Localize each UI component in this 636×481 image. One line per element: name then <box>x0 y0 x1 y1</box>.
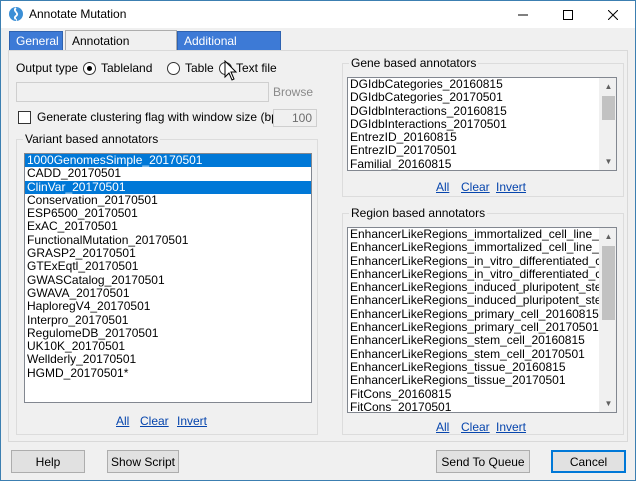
region-annotator-item[interactable]: EnhancerLikeRegions_immortalized_cell_li… <box>348 228 599 241</box>
clustering-label: Generate clustering flag with window siz… <box>37 110 293 124</box>
radio-tableland[interactable] <box>83 62 96 75</box>
variant-annotators-title: Variant based annotators <box>23 132 161 146</box>
region-annotator-item[interactable]: EnhancerLikeRegions_induced_pluripotent_… <box>348 281 599 294</box>
radio-text-file-label[interactable]: Text file <box>236 61 277 75</box>
gene-annotator-item[interactable]: DGIdbCategories_20170501 <box>348 91 599 104</box>
variant-annotator-item[interactable]: UK10K_20170501 <box>25 340 311 353</box>
radio-table[interactable] <box>167 62 180 75</box>
gene-annotator-item[interactable]: DGIdbCategories_20160815 <box>348 78 599 91</box>
app-logo-icon <box>9 7 23 21</box>
variant-annotator-item[interactable]: GRASP2_20170501 <box>25 247 311 260</box>
gene-all-link[interactable]: All <box>436 180 449 194</box>
region-annotator-item[interactable]: FitCons_20170501 <box>348 401 599 412</box>
region-annotator-item[interactable]: EnhancerLikeRegions_tissue_20170501 <box>348 374 599 387</box>
variant-annotator-item[interactable]: RegulomeDB_20170501 <box>25 327 311 340</box>
variant-annotator-item[interactable]: Wellderly_20170501 <box>25 353 311 366</box>
minimize-icon <box>517 14 528 15</box>
scroll-up-icon[interactable]: ▲ <box>600 78 616 95</box>
scroll-up-icon[interactable]: ▲ <box>600 228 616 245</box>
variant-annotators-list[interactable]: 1000GenomesSimple_20170501 CADD_20170501 C… <box>24 153 312 403</box>
gene-annotator-item[interactable]: DGIdbInteractions_20160815 <box>348 105 599 118</box>
gene-annotator-item[interactable]: EntrezID_20160815 <box>348 131 599 144</box>
close-button[interactable] <box>590 1 635 28</box>
tab-general[interactable]: General <box>9 31 63 51</box>
region-annotator-item[interactable]: EnhancerLikeRegions_primary_cell_2016081… <box>348 308 599 321</box>
output-type-label: Output type <box>16 61 79 75</box>
gene-clear-link[interactable]: Clear <box>461 180 490 194</box>
clustering-checkbox[interactable] <box>18 111 31 124</box>
maximize-button[interactable] <box>545 1 590 28</box>
variant-annotator-item[interactable]: FunctionalMutation_20170501 <box>25 234 311 247</box>
radio-tableland-label[interactable]: Tableland <box>101 61 152 75</box>
close-icon <box>607 9 618 20</box>
region-annotator-item[interactable]: FitCons_20160815 <box>348 388 599 401</box>
show-script-button[interactable]: Show Script <box>107 450 179 473</box>
radio-table-label[interactable]: Table <box>185 61 214 75</box>
gene-annotators-title: Gene based annotators <box>349 56 479 70</box>
region-annotator-item[interactable]: EnhancerLikeRegions_stem_cell_20170501 <box>348 348 599 361</box>
region-annotator-item[interactable]: EnhancerLikeRegions_in_vitro_differentia… <box>348 255 599 268</box>
annotate-mutation-window: Annotate Mutation General Annotation Sou… <box>0 0 636 481</box>
variant-annotator-item[interactable]: Interpro_20170501 <box>25 314 311 327</box>
variant-annotator-item[interactable]: ExAC_20170501 <box>25 220 311 233</box>
region-invert-link[interactable]: Invert <box>496 420 526 434</box>
variant-annotator-item[interactable]: HGMD_20170501* <box>25 367 311 380</box>
minimize-button[interactable] <box>500 1 545 28</box>
region-annotators-title: Region based annotators <box>349 206 488 220</box>
send-to-queue-button[interactable]: Send To Queue <box>436 450 530 473</box>
window-size-input[interactable]: 100 <box>273 109 317 127</box>
browse-button[interactable]: Browse <box>273 85 313 99</box>
variant-annotator-item[interactable]: Conservation_20170501 <box>25 194 311 207</box>
variant-invert-link[interactable]: Invert <box>177 414 207 428</box>
window-title: Annotate Mutation <box>29 7 127 21</box>
gene-annotator-item[interactable]: EntrezID_20170501 <box>348 144 599 157</box>
variant-annotator-item[interactable]: ClinVar_20170501 <box>25 180 311 194</box>
gene-annotators-group: Gene based annotators DGIdbCategories_20… <box>342 56 624 197</box>
region-list-scrollbar[interactable]: ▲ ▼ <box>599 228 616 412</box>
mouse-cursor-icon <box>224 60 238 81</box>
region-all-link[interactable]: All <box>436 420 449 434</box>
variant-clear-link[interactable]: Clear <box>140 414 169 428</box>
region-annotator-item[interactable]: EnhancerLikeRegions_immortalized_cell_li… <box>348 241 599 254</box>
region-annotator-item[interactable]: EnhancerLikeRegions_tissue_20160815 <box>348 361 599 374</box>
variant-annotators-group: Variant based annotators 1000GenomesSimp… <box>16 132 318 435</box>
variant-annotator-item[interactable]: 1000GenomesSimple_20170501 <box>25 154 311 168</box>
region-annotators-list[interactable]: EnhancerLikeRegions_immortalized_cell_li… <box>347 227 617 413</box>
gene-invert-link[interactable]: Invert <box>496 180 526 194</box>
region-annotator-item[interactable]: EnhancerLikeRegions_induced_pluripotent_… <box>348 294 599 307</box>
scroll-thumb[interactable] <box>602 246 615 320</box>
region-annotator-item[interactable]: EnhancerLikeRegions_in_vitro_differentia… <box>348 268 599 281</box>
scroll-down-icon[interactable]: ▼ <box>600 153 616 170</box>
cancel-button[interactable]: Cancel <box>551 450 626 473</box>
variant-annotator-item[interactable]: GTExEqtl_20170501 <box>25 260 311 273</box>
title-bar[interactable]: Annotate Mutation <box>1 1 635 28</box>
region-annotator-item[interactable]: EnhancerLikeRegions_primary_cell_2017050… <box>348 321 599 334</box>
tab-additional-sources[interactable]: Additional Sources <box>177 31 281 66</box>
gene-list-scrollbar[interactable]: ▲ ▼ <box>599 78 616 170</box>
output-path-field[interactable] <box>16 82 269 102</box>
gene-annotator-item[interactable]: Familial_20160815 <box>348 158 599 170</box>
region-clear-link[interactable]: Clear <box>461 420 490 434</box>
help-button[interactable]: Help <box>11 450 85 473</box>
variant-annotator-item[interactable]: GWAVA_20170501 <box>25 287 311 300</box>
maximize-icon <box>562 9 573 20</box>
tab-annotation-sources[interactable]: Annotation Sources <box>65 30 177 68</box>
scroll-down-icon[interactable]: ▼ <box>600 395 616 412</box>
scroll-thumb[interactable] <box>602 96 615 120</box>
variant-all-link[interactable]: All <box>116 414 129 428</box>
variant-annotator-item[interactable]: CADD_20170501 <box>25 167 311 180</box>
variant-annotator-item[interactable]: HaploregV4_20170501 <box>25 300 311 313</box>
region-annotators-group: Region based annotators EnhancerLikeRegi… <box>342 206 624 435</box>
annotation-sources-panel: Output type Tableland Table Text file Br… <box>8 50 628 442</box>
variant-annotator-item[interactable]: ESP6500_20170501 <box>25 207 311 220</box>
region-annotator-item[interactable]: EnhancerLikeRegions_stem_cell_20160815 <box>348 334 599 347</box>
gene-annotators-list[interactable]: DGIdbCategories_20160815 DGIdbCategories_… <box>347 77 617 171</box>
gene-annotator-item[interactable]: DGIdbInteractions_20170501 <box>348 118 599 131</box>
variant-annotator-item[interactable]: GWASCatalog_20170501 <box>25 274 311 287</box>
